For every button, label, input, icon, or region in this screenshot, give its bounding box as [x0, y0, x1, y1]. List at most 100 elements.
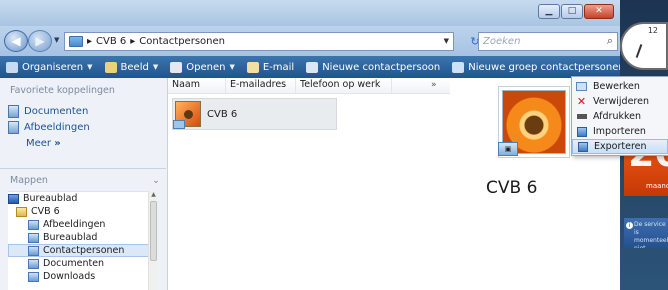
scroll-up-icon[interactable]: ▲ [149, 191, 158, 199]
folders-header[interactable]: Mappen ⌄ [10, 175, 160, 186]
view-icon [104, 61, 117, 73]
menu-item-label: Exporteren [594, 141, 647, 152]
divider [0, 168, 166, 169]
tree-item-label: Bureaublad [43, 232, 98, 243]
column-phone[interactable]: Telefoon op werk [296, 78, 392, 93]
tree-item-label: CVB 6 [31, 206, 60, 217]
email-label: E-mail [262, 61, 295, 73]
close-button[interactable]: ✕ [584, 4, 614, 19]
clock-gadget[interactable]: 12 [620, 22, 668, 70]
weather-gadget[interactable]: i De service is momenteel niet beschikba… [624, 218, 668, 248]
favorite-link-label: Afbeeldingen [24, 122, 90, 133]
favorite-link-afbeeldingen[interactable]: Afbeeldingen [0, 118, 167, 134]
email-button[interactable]: E-mail [241, 56, 300, 78]
clock-number: 12 [647, 26, 658, 35]
user-folder-icon [16, 206, 27, 217]
menu-item-verwijderen[interactable]: ✕ Verwijderen [572, 94, 668, 109]
history-dropdown-icon[interactable]: ▼ [54, 36, 59, 44]
scroll-thumb[interactable] [150, 201, 157, 261]
contact-photo-thumbnail [173, 101, 201, 129]
address-row: ◀ ▶ ▼ ▸ CVB 6 ▸ Contactpersonen ▼ ↻ Zoek… [0, 26, 620, 56]
folder-tree: Bureaublad CVB 6 Afbeeldingen Bureaublad… [8, 191, 156, 290]
delete-icon: ✕ [576, 95, 587, 108]
forward-button[interactable]: ▶ [28, 30, 52, 52]
pictures-folder-icon [28, 219, 39, 230]
tree-item-label: Downloads [43, 271, 96, 282]
contact-card-icon: ▣ [498, 142, 518, 156]
pictures-icon [8, 121, 19, 134]
tree-item-bureaublad-sub[interactable]: Bureaublad [8, 231, 156, 244]
edit-icon [576, 81, 587, 92]
column-overflow-icon[interactable]: » [431, 80, 437, 90]
breadcrumb-separator[interactable]: ▸ [130, 36, 135, 47]
minimize-button[interactable]: ▁ [538, 4, 560, 19]
organize-button[interactable]: Organiseren ▼ [0, 56, 99, 78]
open-label: Openen [186, 61, 226, 73]
documents-icon [8, 105, 19, 118]
address-dropdown-icon[interactable]: ▼ [444, 37, 449, 45]
navigation-pane: Favoriete koppelingen Documenten Afbeeld… [0, 78, 168, 290]
new-group-icon [452, 61, 465, 73]
contact-name: CVB 6 [207, 108, 238, 120]
search-input[interactable]: Zoeken ⌕ [478, 32, 618, 51]
flower-center [184, 110, 193, 119]
tree-item-label: Bureaublad [23, 193, 78, 204]
more-label: Meer [26, 138, 52, 149]
tree-item-bureaublad[interactable]: Bureaublad [8, 192, 156, 205]
info-icon: i [626, 222, 633, 229]
calendar-month: maand [646, 182, 668, 190]
documents-folder-icon [28, 258, 39, 269]
favorites-heading: Favoriete koppelingen [10, 85, 115, 96]
maximize-button[interactable]: □ [561, 4, 583, 19]
chevron-down-icon: ⌄ [152, 175, 160, 186]
breadcrumb-separator[interactable]: ▸ [87, 36, 92, 47]
search-icon[interactable]: ⌕ [607, 34, 613, 48]
menu-item-exporteren[interactable]: Exporteren [572, 139, 668, 154]
favorite-link-label: Documenten [24, 106, 89, 117]
new-contact-label: Nieuwe contactpersoon [322, 61, 441, 73]
menu-item-importeren[interactable]: Importeren [572, 124, 668, 139]
contacts-folder-icon [28, 245, 39, 256]
export-icon [577, 141, 588, 152]
new-contact-button[interactable]: Nieuwe contactpersoon [300, 56, 446, 78]
context-menu: Bewerken ✕ Verwijderen Afdrukken Importe… [571, 76, 668, 156]
chevron-down-icon: ▼ [229, 63, 235, 71]
new-group-button[interactable]: Nieuwe groep contactpersonen [446, 56, 630, 78]
tree-item-contactpersonen[interactable]: Contactpersonen [8, 244, 156, 257]
desktop-folder-icon [28, 232, 39, 243]
tree-item-documenten[interactable]: Documenten [8, 257, 156, 270]
tree-item-label: Documenten [43, 258, 105, 269]
address-bar[interactable]: ▸ CVB 6 ▸ Contactpersonen ▼ [64, 32, 454, 51]
menu-item-bewerken[interactable]: Bewerken [572, 79, 668, 94]
view-button[interactable]: Beeld ▼ [99, 56, 165, 78]
tree-item-afbeeldingen[interactable]: Afbeeldingen [8, 218, 156, 231]
open-button[interactable]: Openen ▼ [164, 56, 241, 78]
breadcrumb-contactpersonen[interactable]: Contactpersonen [139, 36, 225, 47]
menu-item-afdrukken[interactable]: Afdrukken [572, 109, 668, 124]
tree-item-cvb6[interactable]: CVB 6 [8, 205, 156, 218]
preview-contact-name: CVB 6 [486, 178, 538, 198]
column-name[interactable]: Naam [168, 78, 226, 93]
more-arrow-icon: » [54, 138, 61, 149]
import-icon [576, 126, 587, 137]
breadcrumb-cvb6[interactable]: CVB 6 [96, 36, 126, 47]
more-links[interactable]: Meer » [0, 134, 167, 149]
favorite-link-documenten[interactable]: Documenten [0, 102, 167, 118]
menu-item-label: Verwijderen [593, 96, 649, 107]
contact-item[interactable]: CVB 6 [172, 98, 337, 130]
view-label: Beeld [120, 61, 149, 73]
folders-heading: Mappen [10, 175, 48, 186]
organize-label: Organiseren [22, 61, 84, 73]
downloads-folder-icon [28, 271, 39, 282]
column-email[interactable]: E-mailadres [226, 78, 296, 93]
forward-arrow-icon: ▶ [35, 34, 45, 48]
search-placeholder: Zoeken [483, 36, 521, 47]
tree-scrollbar[interactable]: ▲ [148, 191, 158, 290]
back-button[interactable]: ◀ [4, 30, 28, 52]
title-bar: ▁ □ ✕ [0, 0, 620, 26]
window-controls: ▁ □ ✕ [538, 4, 614, 19]
new-group-label: Nieuwe groep contactpersonen [468, 61, 625, 73]
file-list: Naam E-mailadres Telefoon op werk » CVB … [168, 78, 450, 290]
clock-hand [635, 44, 643, 58]
tree-item-downloads[interactable]: Downloads [8, 270, 156, 283]
